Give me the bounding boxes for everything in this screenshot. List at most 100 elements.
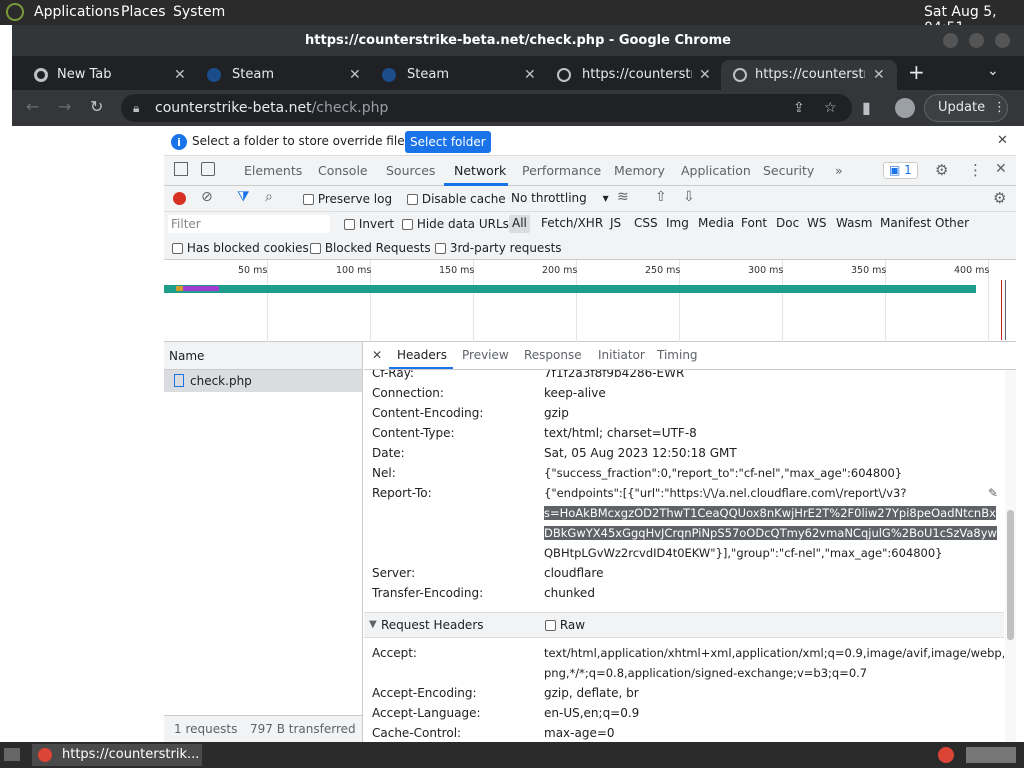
filter-input[interactable]: Filter (168, 215, 330, 233)
has-blocked-cookies-checkbox[interactable]: Has blocked cookies (172, 241, 309, 255)
header-value-line[interactable]: QBHtpLGvWz2rcvdID4t0EKW"}],"group":"cf-n… (544, 546, 943, 560)
third-party-checkbox[interactable]: 3rd-party requests (435, 241, 562, 255)
tab-new-tab[interactable]: New Tab ✕ (22, 60, 192, 90)
close-tab-icon[interactable]: ✕ (699, 60, 711, 90)
header-value-line[interactable]: DBkGwYX45xGgqHvJCrqnPiNpS57oODcQTmy62vma… (544, 526, 997, 540)
issues-badge[interactable]: ▣ 1 (883, 162, 918, 179)
maximize-icon[interactable] (969, 33, 984, 48)
tab-steam-2[interactable]: Steam ✕ (372, 60, 542, 90)
address-bar[interactable]: 🔒︎ counterstrike-beta.net/check.php ⇪ ☆ (121, 94, 852, 122)
tab-memory[interactable]: Memory (614, 163, 665, 178)
more-menu-icon[interactable]: ⋮ (993, 95, 1006, 121)
tab-steam-1[interactable]: Steam ✕ (197, 60, 367, 90)
lock-icon[interactable]: 🔒︎ (133, 94, 139, 122)
name-column-header[interactable]: Name (164, 342, 362, 370)
blocked-requests-checkbox[interactable]: Blocked Requests (310, 241, 431, 255)
share-icon[interactable]: ⇪ (793, 94, 805, 122)
type-filter-doc[interactable]: Doc (776, 216, 799, 230)
tab-headers[interactable]: Headers (397, 348, 447, 362)
record-icon[interactable] (173, 192, 186, 205)
type-filter-all[interactable]: All (509, 215, 530, 233)
type-filter-other[interactable]: Other (935, 216, 969, 230)
taskbar-window-item[interactable]: https://counterstrik... (32, 744, 202, 766)
network-timeline-overview[interactable]: 50 ms 100 ms 150 ms 200 ms 250 ms 300 ms… (164, 260, 1016, 342)
type-filter-img[interactable]: Img (666, 216, 689, 230)
scrollbar-thumb[interactable] (1007, 510, 1014, 640)
close-window-icon[interactable] (995, 33, 1010, 48)
chrome-tray-icon[interactable] (938, 747, 954, 763)
hide-data-urls-checkbox[interactable]: Hide data URLs (402, 217, 509, 231)
type-filter-ws[interactable]: WS (807, 216, 826, 230)
devtools-more-icon[interactable]: ⋮ (968, 161, 983, 179)
tab-search-chevron-icon[interactable]: ⌄ (987, 63, 999, 79)
tab-initiator[interactable]: Initiator (598, 348, 645, 362)
type-filter-css[interactable]: CSS (634, 216, 658, 230)
tab-elements[interactable]: Elements (244, 163, 302, 178)
forward-icon[interactable]: → (58, 97, 71, 116)
tab-console[interactable]: Console (318, 163, 368, 178)
header-value-line[interactable]: {"endpoints":[{"url":"https:\/\/a.nel.cl… (544, 486, 906, 500)
filter-icon[interactable]: ⧩ (237, 189, 250, 205)
invert-checkbox[interactable]: Invert (344, 217, 394, 231)
edit-pencil-icon[interactable]: ✎ (988, 486, 998, 500)
settings-gear-icon[interactable]: ⚙ (935, 161, 948, 179)
header-value-line[interactable]: s=HoAkBMcxgzOD2ThwT1CeaQQUox8nKwjHrE2T%2… (544, 506, 996, 520)
show-desktop-icon[interactable] (4, 748, 20, 761)
clear-icon[interactable]: ⊘ (201, 189, 213, 205)
close-tab-icon[interactable]: ✕ (873, 60, 885, 90)
tab-timing[interactable]: Timing (657, 348, 698, 362)
new-tab-button[interactable]: + (908, 60, 925, 84)
menu-system[interactable]: System (173, 4, 225, 20)
device-toolbar-icon[interactable] (201, 162, 215, 176)
tab-security[interactable]: Security (763, 163, 814, 178)
close-tab-icon[interactable]: ✕ (349, 60, 361, 90)
type-filter-media[interactable]: Media (698, 216, 734, 230)
network-conditions-icon[interactable]: ≋ (617, 189, 629, 205)
raw-checkbox[interactable]: Raw (545, 618, 585, 632)
detail-scrollbar[interactable] (1005, 370, 1016, 742)
tab-network[interactable]: Network (454, 163, 506, 178)
tab-counterstrike-1[interactable]: https://counterstrik ✕ (547, 60, 717, 90)
type-filter-manifest[interactable]: Manifest (880, 216, 931, 230)
network-settings-gear-icon[interactable]: ⚙ (993, 189, 1006, 207)
globe-icon (557, 68, 571, 82)
close-infobar-icon[interactable]: ✕ (997, 133, 1008, 148)
type-filter-wasm[interactable]: Wasm (836, 216, 872, 230)
disable-cache-checkbox[interactable]: Disable cache (407, 192, 506, 206)
tab-response[interactable]: Response (524, 348, 582, 362)
search-icon[interactable]: ⌕ (265, 189, 273, 205)
menu-applications[interactable]: Applications (34, 4, 120, 20)
summary-transferred: 797 B transferred (250, 722, 356, 736)
profile-avatar-icon[interactable] (895, 98, 915, 118)
close-tab-icon[interactable]: ✕ (174, 60, 186, 90)
header-name: Report-To: (372, 486, 432, 500)
import-har-icon[interactable]: ⇧ (655, 189, 667, 205)
request-row[interactable]: check.php (164, 370, 362, 392)
type-filter-fetch[interactable]: Fetch/XHR (541, 216, 603, 230)
tab-preview[interactable]: Preview (462, 348, 509, 362)
side-panel-icon[interactable]: ▮ (862, 98, 871, 117)
throttling-select[interactable]: No throttling ▾ (511, 191, 609, 205)
tab-counterstrike-active[interactable]: https://counterstrik ✕ (721, 60, 897, 90)
minimize-icon[interactable] (943, 33, 958, 48)
more-tabs-icon[interactable]: » (835, 163, 843, 178)
type-filter-js[interactable]: JS (610, 216, 621, 230)
tab-sources[interactable]: Sources (386, 163, 435, 178)
reload-icon[interactable]: ↻ (90, 97, 103, 116)
select-folder-button[interactable]: Select folder (405, 131, 491, 153)
tab-application[interactable]: Application (681, 163, 751, 178)
tab-performance[interactable]: Performance (522, 163, 601, 178)
close-tab-icon[interactable]: ✕ (524, 60, 536, 90)
bookmark-star-icon[interactable]: ☆ (824, 94, 837, 122)
type-filter-font[interactable]: Font (741, 216, 767, 230)
back-icon[interactable]: ← (26, 97, 39, 116)
workspace-switcher[interactable] (966, 747, 1016, 763)
request-headers-section[interactable]: ▼ Request Headers Raw (364, 612, 1004, 638)
update-button[interactable]: Update ⋮ (924, 94, 1008, 122)
preserve-log-checkbox[interactable]: Preserve log (303, 192, 392, 206)
export-har-icon[interactable]: ⇩ (683, 189, 695, 205)
inspect-element-icon[interactable] (174, 162, 188, 176)
close-detail-icon[interactable]: ✕ (372, 348, 382, 362)
menu-places[interactable]: Places (121, 4, 166, 20)
close-devtools-icon[interactable]: ✕ (995, 161, 1007, 177)
